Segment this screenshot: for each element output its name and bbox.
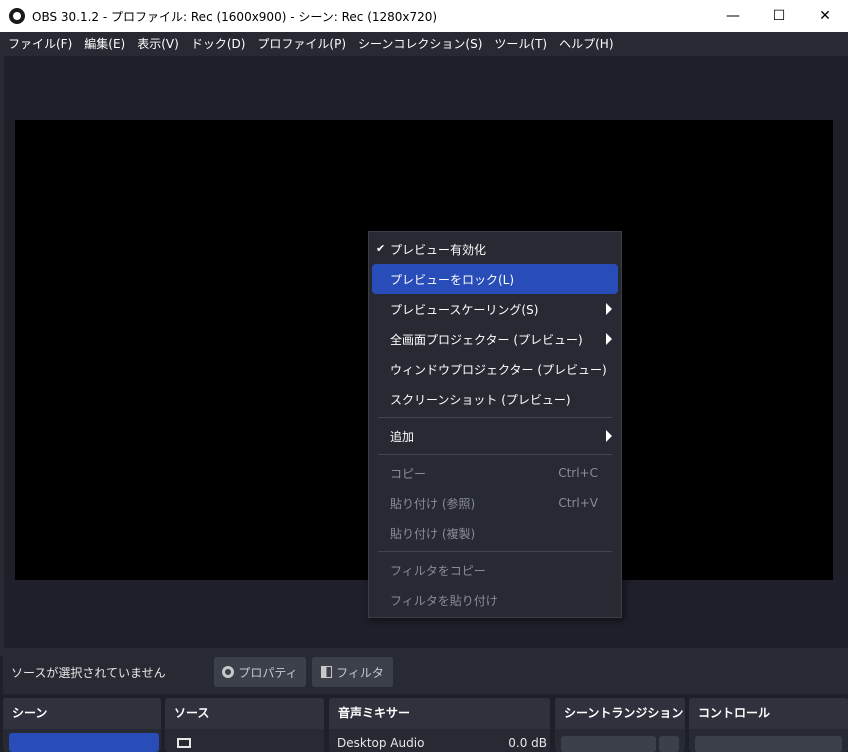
channel-name: Desktop Audio — [337, 736, 425, 750]
menu-item-copy-filters[interactable]: フィルタをコピー — [372, 555, 618, 585]
menu-item-paste-duplicate[interactable]: 貼り付け (複製) — [372, 518, 618, 548]
menu-item-lock-preview[interactable]: プレビューをロック(L) — [372, 264, 618, 294]
transition-select[interactable] — [561, 736, 656, 752]
source-item[interactable] — [177, 738, 197, 748]
menu-item-copy[interactable]: コピー Ctrl+C — [372, 458, 618, 488]
menu-view[interactable]: 表示(V) — [131, 32, 185, 56]
check-icon: ✔ — [376, 242, 386, 255]
menu-separator — [378, 454, 612, 455]
audio-mixer-dock: 音声ミキサー Desktop Audio 0.0 dB — [329, 698, 550, 752]
menu-item-paste-reference[interactable]: 貼り付け (参照) Ctrl+V — [372, 488, 618, 518]
menu-separator — [378, 551, 612, 552]
menu-item-window-projector[interactable]: ウィンドウプロジェクター (プレビュー) — [372, 354, 618, 384]
start-streaming-button[interactable] — [695, 736, 842, 752]
menu-item-preview-scaling[interactable]: プレビュースケーリング(S) — [372, 294, 618, 324]
menu-item-screenshot[interactable]: スクリーンショット (プレビュー) — [372, 384, 618, 414]
menu-edit[interactable]: 編集(E) — [78, 32, 131, 56]
channel-level: 0.0 dB — [508, 736, 547, 750]
menu-item-label: プレビューをロック(L) — [390, 272, 515, 287]
menu-item-enable-preview[interactable]: ✔ プレビュー有効化 — [372, 234, 618, 264]
menu-item-shortcut: Ctrl+C — [558, 466, 598, 480]
dock-title: シーントランジション — [555, 698, 685, 729]
menu-item-label: コピー — [390, 466, 427, 481]
display-capture-icon — [177, 738, 191, 748]
close-icon: ✕ — [819, 8, 831, 24]
submenu-arrow-icon — [606, 430, 612, 442]
title-bar: OBS 30.1.2 - プロファイル: Rec (1600x900) - シー… — [0, 0, 848, 32]
transition-add-button[interactable] — [659, 736, 679, 752]
submenu-arrow-icon — [606, 303, 612, 315]
menu-item-label: 追加 — [390, 429, 415, 444]
filter-icon — [321, 666, 333, 678]
window-controls: — ☐ ✕ — [710, 0, 848, 32]
submenu-arrow-icon — [606, 333, 612, 345]
menu-item-label: フィルタを貼り付け — [390, 593, 498, 608]
menu-item-label: 全画面プロジェクター (プレビュー) — [390, 332, 583, 347]
no-source-selected-label: ソースが選択されていません — [11, 666, 166, 680]
menu-tools[interactable]: ツール(T) — [488, 32, 553, 56]
close-button[interactable]: ✕ — [802, 0, 848, 32]
filters-label: フィルタ — [336, 665, 384, 680]
menu-item-add[interactable]: 追加 — [372, 421, 618, 451]
menu-item-label: フィルタをコピー — [390, 563, 486, 578]
menu-item-paste-filters[interactable]: フィルタを貼り付け — [372, 585, 618, 615]
scenes-dock: シーン — [3, 698, 161, 752]
menu-profile[interactable]: プロファイル(P) — [251, 32, 352, 56]
obs-logo-icon — [9, 8, 25, 24]
dock-title: ソース — [165, 698, 324, 729]
scene-transitions-dock: シーントランジション — [555, 698, 685, 752]
maximize-button[interactable]: ☐ — [756, 0, 802, 32]
properties-button[interactable]: プロパティ — [214, 657, 306, 687]
sources-dock: ソース — [165, 698, 324, 752]
gear-icon — [222, 666, 235, 678]
properties-label: プロパティ — [238, 665, 298, 680]
menu-item-shortcut: Ctrl+V — [558, 496, 598, 510]
menu-item-label: 貼り付け (複製) — [390, 526, 476, 541]
dock-title: コントロール — [689, 698, 848, 729]
menu-item-fullscreen-projector[interactable]: 全画面プロジェクター (プレビュー) — [372, 324, 618, 354]
menu-scene-collection[interactable]: シーンコレクション(S) — [352, 32, 488, 56]
maximize-icon: ☐ — [772, 8, 786, 24]
menu-item-label: スクリーンショット (プレビュー) — [390, 392, 571, 407]
menu-separator — [378, 417, 612, 418]
left-edge — [0, 56, 4, 656]
dock-title: 音声ミキサー — [329, 698, 550, 729]
preview-context-menu: ✔ プレビュー有効化 プレビューをロック(L) プレビュースケーリング(S) 全… — [368, 231, 622, 618]
window-title: OBS 30.1.2 - プロファイル: Rec (1600x900) - シー… — [32, 9, 438, 24]
menu-help[interactable]: ヘルプ(H) — [553, 32, 619, 56]
controls-dock: コントロール — [689, 698, 848, 752]
mixer-channel: Desktop Audio 0.0 dB — [337, 736, 547, 750]
menu-file[interactable]: ファイル(F) — [2, 32, 78, 56]
minimize-button[interactable]: — — [710, 0, 756, 32]
menu-item-label: ウィンドウプロジェクター (プレビュー) — [390, 362, 607, 377]
minimize-icon: — — [726, 8, 740, 24]
dock-title: シーン — [3, 698, 161, 729]
menu-bar: ファイル(F) 編集(E) 表示(V) ドック(D) プロファイル(P) シーン… — [0, 32, 848, 56]
filters-button[interactable]: フィルタ — [312, 657, 393, 687]
menu-item-label: プレビュースケーリング(S) — [390, 302, 539, 317]
source-toolbar: ソースが選択されていません プロパティ フィルタ — [3, 648, 848, 694]
menu-item-label: プレビュー有効化 — [390, 242, 487, 257]
selected-scene-item[interactable] — [9, 733, 159, 752]
menu-docks[interactable]: ドック(D) — [185, 32, 252, 56]
menu-item-label: 貼り付け (参照) — [390, 496, 476, 511]
